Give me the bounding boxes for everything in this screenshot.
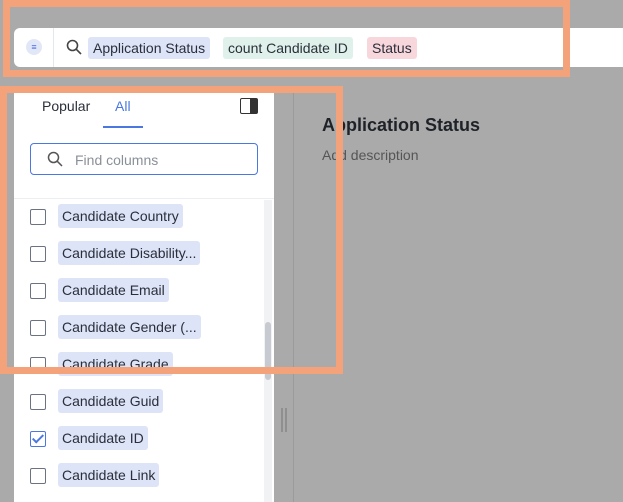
resize-handle[interactable] [281,408,287,432]
checkbox[interactable] [30,394,46,410]
checkbox-checked[interactable] [30,431,46,447]
column-label: Candidate Guid [58,389,164,413]
checkbox[interactable] [30,468,46,484]
column-label: Candidate Link [58,463,160,487]
column-label: Candidate ID [58,426,148,450]
visualization-title[interactable]: Application Status [322,115,480,136]
highlight-box-columns [0,86,343,374]
highlight-box-query-bar [3,0,570,77]
